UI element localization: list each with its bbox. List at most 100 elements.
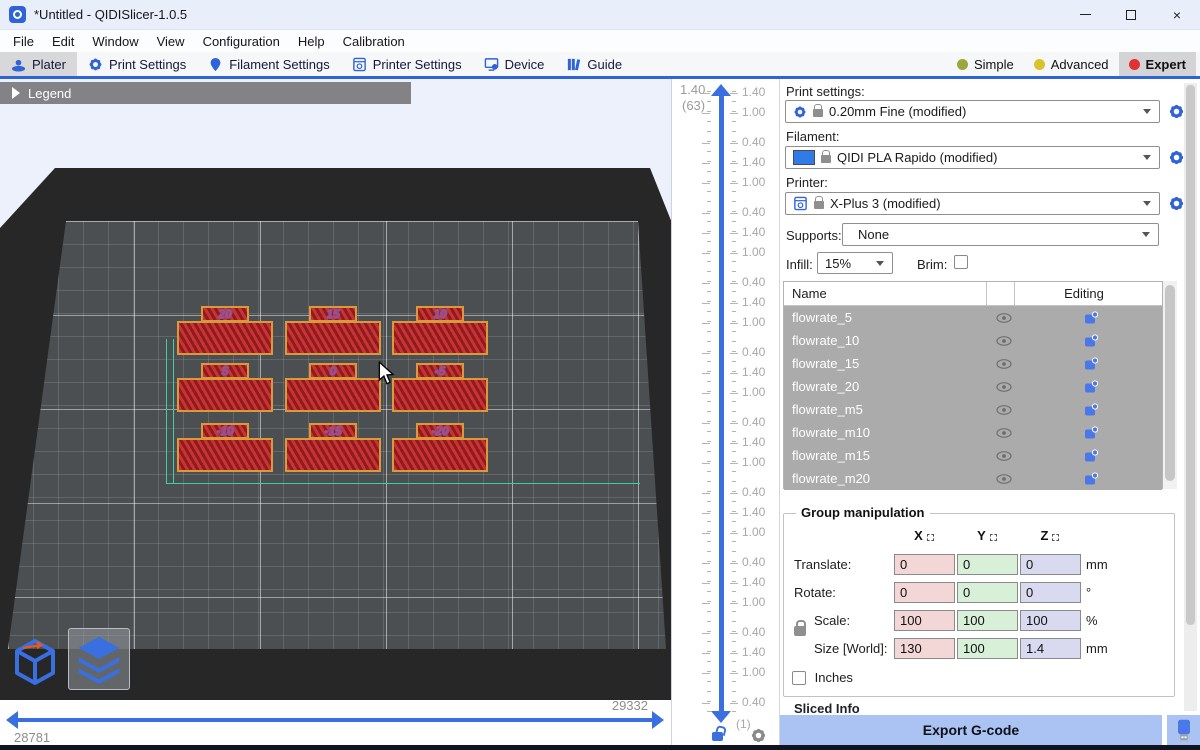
export-to-usb-button[interactable] bbox=[1167, 715, 1200, 745]
object-list-scrollbar[interactable] bbox=[1163, 281, 1177, 489]
inches-checkbox[interactable] bbox=[792, 671, 806, 685]
flowrate-plate[interactable]: 0 bbox=[285, 363, 381, 412]
object-row[interactable]: flowrate_20 bbox=[784, 375, 1162, 398]
flowrate-plate[interactable]: -5 bbox=[392, 363, 488, 412]
close-button[interactable]: × bbox=[1154, 0, 1200, 29]
menu-item[interactable]: File bbox=[4, 34, 43, 49]
supports-combo[interactable]: None bbox=[842, 223, 1159, 246]
flowrate-plate[interactable]: -15 bbox=[285, 423, 381, 472]
panel-scrollbar[interactable] bbox=[1184, 83, 1197, 711]
x-value-input[interactable]: 0 bbox=[894, 554, 955, 575]
object-row[interactable]: flowrate_10 bbox=[784, 329, 1162, 352]
tab-filament-settings[interactable]: Filament Settings bbox=[197, 52, 340, 76]
minimize-button[interactable] bbox=[1062, 0, 1108, 29]
layer-tick-label: 0.40 bbox=[742, 135, 778, 149]
mode-expert[interactable]: Expert bbox=[1119, 52, 1196, 76]
edit-settings-icon[interactable] bbox=[1084, 472, 1098, 486]
legend-bar[interactable]: Legend bbox=[0, 82, 411, 104]
menu-item[interactable]: Calibration bbox=[334, 34, 414, 49]
printer-gear-button[interactable] bbox=[1168, 195, 1185, 212]
flowrate-plate[interactable]: 10 bbox=[392, 306, 488, 355]
mouse-cursor bbox=[378, 361, 395, 386]
y-value-input[interactable]: 100 bbox=[957, 610, 1018, 631]
object-row[interactable]: flowrate_m5 bbox=[784, 398, 1162, 421]
x-value-input[interactable]: 130 bbox=[894, 638, 955, 659]
moves-slider-left-thumb[interactable] bbox=[6, 711, 18, 729]
infill-combo[interactable]: 15% bbox=[817, 252, 893, 274]
uniform-scale-lock-icon[interactable] bbox=[794, 626, 806, 636]
x-value-input[interactable]: 100 bbox=[894, 610, 955, 631]
eye-icon[interactable] bbox=[996, 428, 1012, 438]
flowrate-plate[interactable]: -10 bbox=[177, 423, 273, 472]
tab-printer-settings[interactable]: Printer Settings bbox=[341, 52, 473, 76]
edit-settings-icon[interactable] bbox=[1084, 334, 1098, 348]
object-row[interactable]: flowrate_m20 bbox=[784, 467, 1162, 490]
unlock-icon[interactable] bbox=[712, 732, 723, 741]
layer-slider-bottom-thumb[interactable] bbox=[711, 711, 731, 723]
menu-item[interactable]: Configuration bbox=[194, 34, 289, 49]
menu-bar: FileEditWindowViewConfigurationHelpCalib… bbox=[0, 30, 1200, 52]
layer-slider-top-thumb[interactable] bbox=[711, 84, 731, 96]
manipulation-row: Size [World]: 130 100 1.4 mm bbox=[784, 638, 1174, 660]
mode-advanced[interactable]: Advanced bbox=[1024, 52, 1119, 76]
tab-print-settings[interactable]: Print Settings bbox=[77, 52, 197, 76]
brim-checkbox[interactable] bbox=[954, 255, 968, 269]
moves-slider-right-thumb[interactable] bbox=[652, 711, 664, 729]
eye-icon[interactable] bbox=[996, 405, 1012, 415]
z-value-input[interactable]: 1.4 bbox=[1020, 638, 1081, 659]
tab-plater[interactable]: Plater bbox=[0, 52, 77, 76]
eye-icon[interactable] bbox=[996, 359, 1012, 369]
object-row[interactable]: flowrate_5 bbox=[784, 306, 1162, 329]
eye-icon[interactable] bbox=[996, 382, 1012, 392]
eye-icon[interactable] bbox=[996, 451, 1012, 461]
tab-guide[interactable]: Guide bbox=[555, 52, 633, 76]
menu-item[interactable]: View bbox=[148, 34, 194, 49]
edit-settings-icon[interactable] bbox=[1084, 357, 1098, 371]
eye-icon[interactable] bbox=[996, 313, 1012, 323]
object-row[interactable]: flowrate_m15 bbox=[784, 444, 1162, 467]
object-row[interactable]: flowrate_15 bbox=[784, 352, 1162, 375]
layer-slider-track[interactable] bbox=[719, 95, 724, 713]
moves-slider-track[interactable] bbox=[16, 718, 654, 722]
eye-icon[interactable] bbox=[996, 474, 1012, 484]
3d-viewport[interactable]: Legend 20 15 10 bbox=[0, 79, 672, 750]
qidislicer-window: *Untitled - QIDISlicer-1.0.5 × FileEditW… bbox=[0, 0, 1200, 750]
preview-layers-button[interactable] bbox=[68, 628, 130, 690]
menu-item[interactable]: Window bbox=[83, 34, 147, 49]
slider-settings-gear-icon[interactable] bbox=[750, 727, 767, 744]
y-value-input[interactable]: 0 bbox=[957, 582, 1018, 603]
edit-settings-icon[interactable] bbox=[1084, 449, 1098, 463]
x-value-input[interactable]: 0 bbox=[894, 582, 955, 603]
export-gcode-button[interactable]: Export G-code bbox=[780, 715, 1162, 745]
layer-tick-label: 1.00 bbox=[742, 665, 778, 679]
print-settings-gear-button[interactable] bbox=[1168, 103, 1185, 120]
z-value-input[interactable]: 0 bbox=[1020, 582, 1081, 603]
bottom-layer-number: (1) bbox=[736, 717, 751, 731]
y-value-input[interactable]: 100 bbox=[957, 638, 1018, 659]
mode-simple[interactable]: Simple bbox=[947, 52, 1024, 76]
menu-item[interactable]: Edit bbox=[43, 34, 83, 49]
object-row[interactable]: flowrate_m10 bbox=[784, 421, 1162, 444]
z-value-input[interactable]: 100 bbox=[1020, 610, 1081, 631]
eye-icon[interactable] bbox=[996, 336, 1012, 346]
flowrate-plate[interactable]: 20 bbox=[177, 306, 273, 355]
edit-settings-icon[interactable] bbox=[1084, 426, 1098, 440]
flowrate-plate[interactable]: 5 bbox=[177, 363, 273, 412]
filament-combo[interactable]: QIDI PLA Rapido (modified) bbox=[785, 146, 1160, 169]
z-value-input[interactable]: 0 bbox=[1020, 554, 1081, 575]
printer-combo[interactable]: X-Plus 3 (modified) bbox=[785, 192, 1160, 215]
3d-editor-view-button[interactable] bbox=[4, 628, 66, 690]
maximize-button[interactable] bbox=[1108, 0, 1154, 29]
flowrate-plate[interactable]: 15 bbox=[285, 306, 381, 355]
edit-settings-icon[interactable] bbox=[1084, 380, 1098, 394]
tab-device[interactable]: Device bbox=[473, 52, 556, 76]
y-value-input[interactable]: 0 bbox=[957, 554, 1018, 575]
menu-item[interactable]: Help bbox=[289, 34, 334, 49]
edit-settings-icon[interactable] bbox=[1084, 403, 1098, 417]
filament-color-swatch bbox=[793, 150, 815, 165]
flowrate-plate[interactable]: -20 bbox=[392, 423, 488, 472]
filament-gear-button[interactable] bbox=[1168, 149, 1185, 166]
layer-tick-label: 0.40 bbox=[742, 205, 778, 219]
edit-settings-icon[interactable] bbox=[1084, 311, 1098, 325]
print-settings-combo[interactable]: 0.20mm Fine (modified) bbox=[785, 100, 1160, 123]
